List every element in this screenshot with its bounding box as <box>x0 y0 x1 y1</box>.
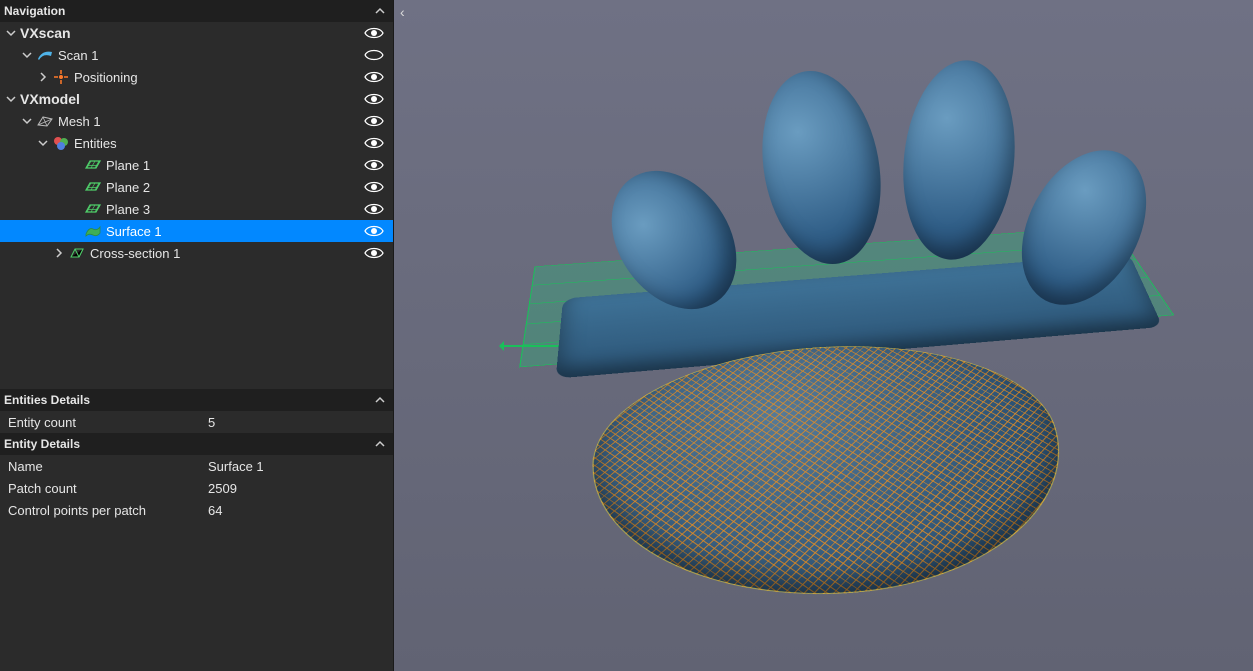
entity-details-title: Entity Details <box>4 437 373 451</box>
visibility-toggle-icon[interactable] <box>363 24 385 42</box>
tree-item-mesh1[interactable]: Mesh 1 <box>0 110 393 132</box>
detail-row-cpp: Control points per patch 64 <box>0 499 393 521</box>
chevron-down-icon[interactable] <box>4 92 18 106</box>
positioning-icon <box>52 68 70 86</box>
detail-value: 5 <box>208 415 385 430</box>
sidebar: Navigation VXscan Scan 1 <box>0 0 394 671</box>
entity-details-header[interactable]: Entity Details <box>0 433 393 455</box>
cross-section-icon <box>68 244 86 262</box>
tree-label: VXscan <box>20 25 363 41</box>
axis-x-icon <box>502 345 562 347</box>
detail-row-entity-count: Entity count 5 <box>0 411 393 433</box>
tree-item-vxscan[interactable]: VXscan <box>0 22 393 44</box>
visibility-toggle-icon[interactable] <box>363 46 385 64</box>
tree-label: Cross-section 1 <box>90 246 363 261</box>
surface-icon <box>84 222 102 240</box>
tree-label: Scan 1 <box>58 48 363 63</box>
visibility-toggle-icon[interactable] <box>363 200 385 218</box>
navigation-tree: VXscan Scan 1 Posi <box>0 22 393 389</box>
visibility-toggle-icon[interactable] <box>363 134 385 152</box>
detail-value: 2509 <box>208 481 385 496</box>
navigation-panel-title: Navigation <box>4 4 373 18</box>
tree-item-plane2[interactable]: Plane 2 <box>0 176 393 198</box>
detail-label: Patch count <box>8 481 208 496</box>
tree-label: Surface 1 <box>106 224 363 239</box>
detail-value: 64 <box>208 503 385 518</box>
chevron-down-icon[interactable] <box>20 48 34 62</box>
surface-wireframe <box>588 332 1099 616</box>
tree-label: Plane 1 <box>106 158 363 173</box>
visibility-toggle-icon[interactable] <box>363 68 385 86</box>
entities-icon <box>52 134 70 152</box>
plane-icon <box>84 156 102 174</box>
visibility-toggle-icon[interactable] <box>363 112 385 130</box>
tree-label: Positioning <box>74 70 363 85</box>
tree-label: Mesh 1 <box>58 114 363 129</box>
tree-label: Plane 3 <box>106 202 363 217</box>
visibility-toggle-icon[interactable] <box>363 222 385 240</box>
plane-icon <box>84 178 102 196</box>
navigation-panel-header[interactable]: Navigation <box>0 0 393 22</box>
visibility-toggle-icon[interactable] <box>363 156 385 174</box>
tree-item-plane1[interactable]: Plane 1 <box>0 154 393 176</box>
chevron-right-icon[interactable] <box>36 70 50 84</box>
tree-label: Plane 2 <box>106 180 363 195</box>
tree-item-vxmodel[interactable]: VXmodel <box>0 88 393 110</box>
detail-row-patch-count: Patch count 2509 <box>0 477 393 499</box>
tree-item-surface1[interactable]: Surface 1 <box>0 220 393 242</box>
chevron-down-icon[interactable] <box>36 136 50 150</box>
mesh-icon <box>36 112 54 130</box>
entities-details-header[interactable]: Entities Details <box>0 389 393 411</box>
visibility-toggle-icon[interactable] <box>363 244 385 262</box>
visibility-toggle-icon[interactable] <box>363 178 385 196</box>
tree-item-positioning[interactable]: Positioning <box>0 66 393 88</box>
tree-label: Entities <box>74 136 363 151</box>
detail-label: Entity count <box>8 415 208 430</box>
chevron-up-icon[interactable] <box>373 437 387 451</box>
chevron-down-icon[interactable] <box>4 26 18 40</box>
detail-row-name: Name Surface 1 <box>0 455 393 477</box>
tree-item-entities[interactable]: Entities <box>0 132 393 154</box>
tree-label: VXmodel <box>20 91 363 107</box>
chevron-down-icon[interactable] <box>20 114 34 128</box>
detail-label: Control points per patch <box>8 503 208 518</box>
scene-3d[interactable] <box>394 0 1253 671</box>
tree-item-scan1[interactable]: Scan 1 <box>0 44 393 66</box>
chevron-right-icon[interactable] <box>52 246 66 260</box>
detail-label: Name <box>8 459 208 474</box>
plane-icon <box>84 200 102 218</box>
chevron-up-icon[interactable] <box>373 393 387 407</box>
viewport-3d[interactable]: ‹ <box>394 0 1253 671</box>
tree-item-plane3[interactable]: Plane 3 <box>0 198 393 220</box>
scan-icon <box>36 46 54 64</box>
detail-value: Surface 1 <box>208 459 385 474</box>
visibility-toggle-icon[interactable] <box>363 90 385 108</box>
tree-item-crosssection1[interactable]: Cross-section 1 <box>0 242 393 264</box>
entities-details-title: Entities Details <box>4 393 373 407</box>
chevron-up-icon[interactable] <box>373 4 387 18</box>
